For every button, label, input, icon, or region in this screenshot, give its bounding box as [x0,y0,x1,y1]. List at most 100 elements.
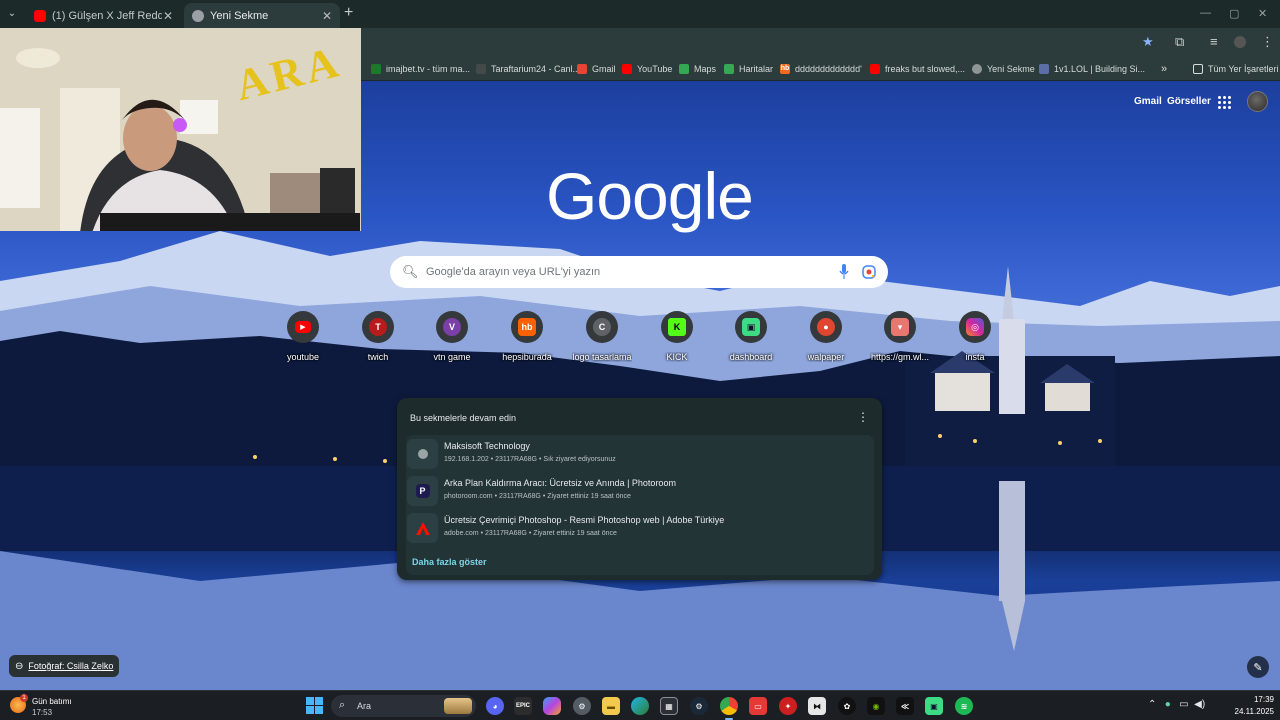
globe-icon [407,439,438,469]
more-bookmarks-chevron-icon[interactable]: » [1161,61,1167,76]
tab-label: Yeni Sekme [210,9,269,22]
profile-icon[interactable] [1234,36,1246,48]
windows-start-icon[interactable] [306,697,323,714]
imajbet-icon [371,63,381,74]
search-box[interactable]: 🔍︎ [390,256,888,288]
shortcut-youtube[interactable]: ▶ youtube [273,311,333,362]
photo-credit[interactable]: ⊖ Fotoğraf: Csilla Zelko [9,655,120,677]
search-icon: 🔍︎ [402,264,419,279]
shortcut-hepsiburada[interactable]: hb hepsiburada [497,311,557,362]
list-item[interactable]: Ücretsiz Çevrimiçi Photoshop - Resmi Pho… [406,509,874,546]
shortcut-label: logo tasarlama [572,352,632,362]
steam-icon[interactable]: ⚙ [690,697,708,715]
file-explorer-icon[interactable]: ▬ [602,697,620,715]
shortcut-label: vtn game [433,352,471,362]
volume-icon[interactable]: ◀) [1194,699,1205,710]
wallpaper-icon: ● [817,318,835,336]
shortcut-kick[interactable]: K KICK [647,311,707,362]
google-logo: Google [546,159,754,233]
taskbar-search[interactable]: ⌕ Ara [331,695,476,717]
logo-letter-icon: C [593,318,611,336]
close-tab-icon[interactable]: ✕ [163,9,173,23]
adobe-icon [407,513,438,543]
shortcut-insta[interactable]: ◎ insta [945,311,1005,362]
avatar[interactable] [1247,91,1268,112]
bookmark-item[interactable]: Yeni Sekme [972,61,1035,76]
gmail-icon [577,63,587,74]
bookmark-item[interactable]: Taraftarium24 - Canl... [476,61,580,76]
close-window-icon[interactable]: ✕ [1258,7,1267,20]
photoroom-icon: P [407,476,438,506]
shortcut-label: insta [965,352,985,362]
spotify-icon[interactable]: ≋ [955,697,973,715]
youtube-icon [622,63,632,74]
bookmark-item[interactable]: Haritalar [724,61,773,76]
capcut-icon[interactable]: ⧓ [808,697,826,715]
microsoft-store-icon[interactable]: ▦ [660,697,678,715]
shortcut-logo-tasarlama[interactable]: C logo tasarlama [572,311,632,362]
microphone-icon[interactable] [839,264,849,280]
copilot-icon[interactable] [543,697,561,715]
shortcut-vtn-game[interactable]: V vtn game [422,311,482,362]
tab-youtube[interactable]: (1) Gülşen X Jeff Redd - HUQQ... ✕ [26,3,181,28]
edge-icon[interactable] [631,697,649,715]
shortcut-gm[interactable]: ▾ https://gm.wl... [870,311,930,362]
bookmark-item[interactable]: Maps [679,61,716,76]
google-apps-icon[interactable] [1218,96,1231,109]
capcut-alt-icon[interactable]: ≪ [896,697,914,715]
chatgpt-icon[interactable]: ✿ [838,697,856,715]
item-subtitle: adobe.com • 23117RA68G • Ziyaret ettiniz… [444,530,617,537]
shortcut-twich[interactable]: T twich [348,311,408,362]
minimize-icon[interactable]: — [1200,7,1211,19]
menu-icon[interactable]: ⋮ [1261,34,1274,50]
clock[interactable]: 17:39 24.11.2025 [1226,695,1274,716]
youtube-icon: ▶ [295,321,311,333]
dashboard-icon: ▣ [742,318,760,336]
microphone-icon[interactable]: ● [1165,699,1171,710]
gmail-link[interactable]: Gmail [1134,96,1162,107]
nvidia-icon[interactable]: ◉ [867,697,885,715]
list-item[interactable]: P Arka Plan Kaldırma Aracı: Ücretsiz ve … [406,472,874,509]
all-bookmarks-button[interactable]: Tüm Yer İşaretleri [1193,61,1279,76]
tab-list: Maksisoft Technology 192.168.1.202 • 231… [406,435,874,575]
images-link[interactable]: Görseller [1167,96,1211,107]
customize-pencil-icon[interactable]: ✎ [1247,656,1269,678]
search-input[interactable] [424,262,804,282]
bookmark-item[interactable]: YouTube [622,61,672,76]
media-controls-icon[interactable]: ≡ [1210,34,1218,49]
app-icon[interactable]: ▣ [925,697,943,715]
search-icon: ⌕ [339,699,346,711]
bookmark-item[interactable]: freaks but slowed,... [870,61,965,76]
tray-chevron-icon[interactable]: ⌃ [1148,699,1156,710]
chrome-icon[interactable] [720,697,738,720]
epic-games-icon[interactable]: EPIC [514,697,532,715]
google-lens-icon[interactable] [862,265,876,279]
settings-gear-icon[interactable]: ⚙ [573,697,591,715]
bookmark-item[interactable]: hb ddddddddddddd' [780,61,862,76]
shortcut-walpaper[interactable]: ● walpaper [796,311,856,362]
youtube-icon [870,63,880,74]
item-title: Maksisoft Technology [444,441,530,451]
1v1lol-icon [1039,63,1049,74]
bookmark-star-icon[interactable]: ★ [1142,34,1154,50]
discord-icon[interactable]: ◕ [486,697,504,715]
new-tab-button[interactable]: + [344,5,353,21]
show-more-button[interactable]: Daha fazla göster [412,557,487,567]
riot-icon[interactable]: ✦ [779,697,797,715]
tab-new-tab[interactable]: Yeni Sekme ✕ [184,3,340,28]
shortcut-dashboard[interactable]: ▣ dashboard [721,311,781,362]
bookmark-item[interactable]: 1v1.LOL | Building Si... [1039,61,1145,76]
extensions-icon[interactable]: ⧉ [1175,34,1184,50]
network-icon[interactable]: ▭ [1179,699,1188,710]
close-tab-icon[interactable]: ✕ [322,9,332,23]
bookmark-item[interactable]: imajbet.tv - tüm ma... [371,61,470,76]
recorder-icon[interactable]: ▭ [749,697,767,715]
list-item[interactable]: Maksisoft Technology 192.168.1.202 • 231… [406,435,874,472]
bookmark-item[interactable]: Gmail [577,61,616,76]
taskbar-search-label: Ara [357,701,372,711]
maximize-icon[interactable]: ▢ [1229,7,1239,20]
weather-widget[interactable]: 1 Gün batımı 17:53 [10,694,100,718]
weather-title: Gün batımı [32,697,72,706]
card-menu-icon[interactable]: ⋮ [857,410,869,424]
tab-search-icon[interactable]: ⌄ [4,6,20,22]
